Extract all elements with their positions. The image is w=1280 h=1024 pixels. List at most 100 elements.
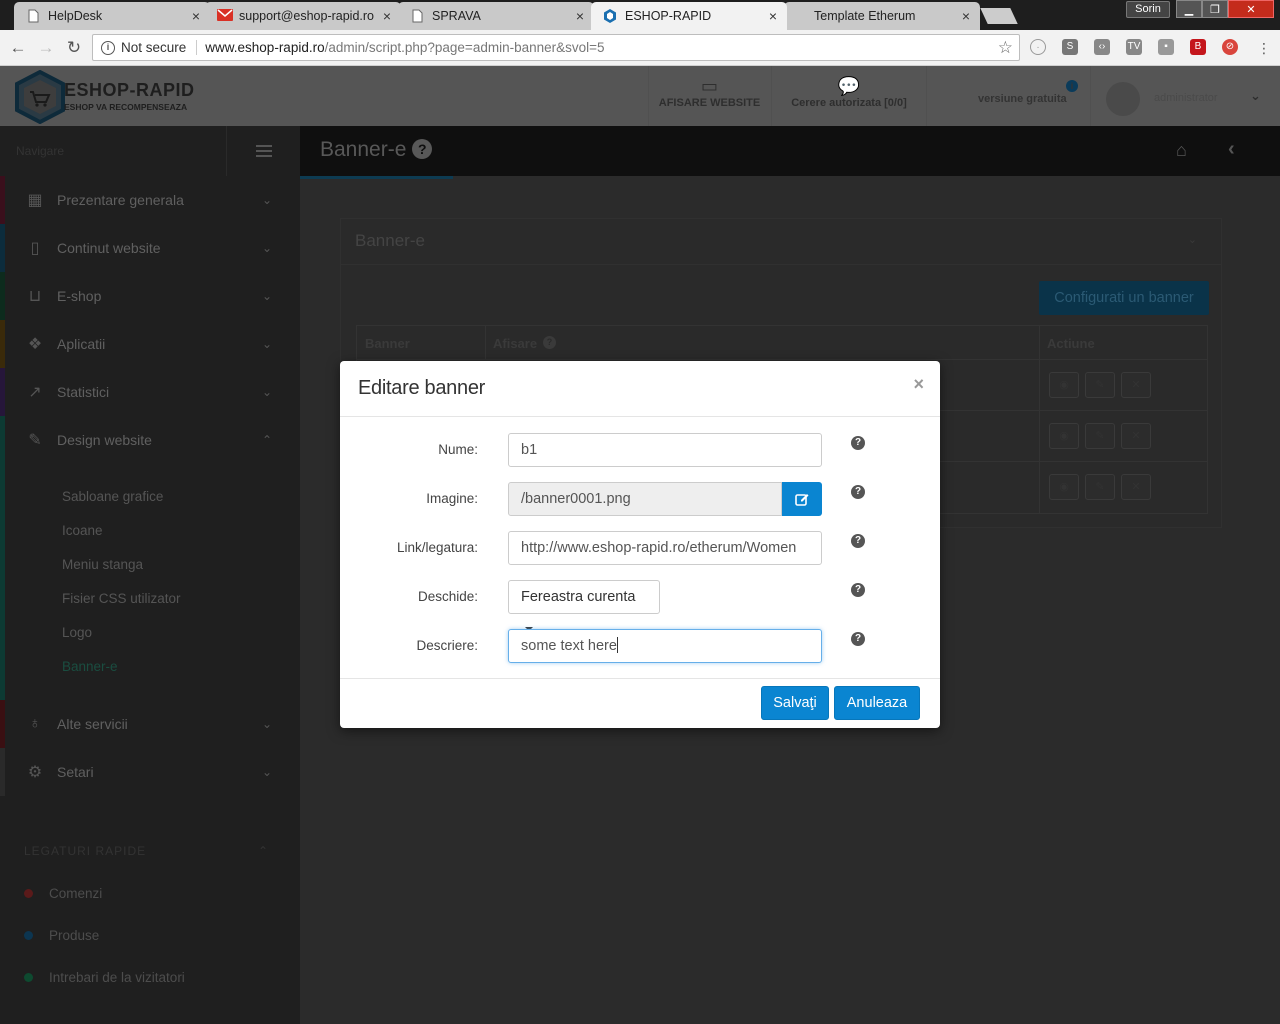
- quick-link-comenzi[interactable]: Comenzi: [0, 872, 300, 914]
- extension-tv-icon[interactable]: TV: [1126, 39, 1142, 55]
- extension-b-icon[interactable]: B: [1190, 39, 1206, 55]
- help-icon[interactable]: ?: [851, 583, 865, 597]
- close-icon[interactable]: ×: [769, 8, 777, 24]
- close-icon[interactable]: ×: [192, 8, 200, 24]
- new-tab-button[interactable]: [980, 8, 1018, 24]
- help-icon[interactable]: ?: [851, 436, 865, 450]
- tab-template-etherum[interactable]: Template Etherum ×: [784, 2, 980, 30]
- submenu-sabloane-grafice[interactable]: Sabloane grafice: [0, 480, 300, 514]
- profile-button[interactable]: Sorin: [1126, 1, 1170, 18]
- info-icon[interactable]: i: [101, 40, 115, 55]
- quick-link-intrebari[interactable]: Intrebari de la vizitatori: [0, 956, 300, 998]
- close-icon[interactable]: ×: [962, 8, 970, 24]
- chevron-down-icon[interactable]: ⌄: [1188, 233, 1197, 246]
- quick-links-title: LEGATURI RAPIDE ⌃: [24, 844, 270, 858]
- submenu-banner-e[interactable]: Banner-e: [0, 650, 300, 684]
- submenu-meniu-stanga[interactable]: Meniu stanga: [0, 548, 300, 582]
- forward-icon[interactable]: →: [36, 38, 56, 58]
- sidebar-item-e-shop[interactable]: ⊔ E-shop ⌄: [0, 272, 300, 320]
- status-dot: [24, 888, 33, 898]
- edit-button[interactable]: ✎: [1085, 372, 1115, 398]
- edit-image-button[interactable]: [782, 482, 822, 516]
- extension-window-icon[interactable]: ▪: [1158, 39, 1174, 55]
- app-logo[interactable]: ESHOP-RAPID ESHOP VA RECOMPENSEAZA: [14, 69, 214, 125]
- submenu-logo[interactable]: Logo: [0, 616, 300, 650]
- sidebar: Navigare ▦ Prezentare generala ⌄ ▯ Conti…: [0, 126, 300, 1024]
- extension-icon[interactable]: ·: [1030, 39, 1046, 55]
- quick-link-produse[interactable]: Produse: [0, 914, 300, 956]
- delete-button[interactable]: ✕: [1121, 372, 1151, 398]
- minimize-icon[interactable]: ▁: [1176, 0, 1202, 18]
- menu-dots-icon[interactable]: ⋮: [1254, 38, 1274, 58]
- chevron-up-icon: ⌃: [261, 433, 272, 447]
- tab-helpdesk[interactable]: HelpDesk ×: [14, 2, 210, 30]
- save-button[interactable]: Salvaţi: [761, 686, 829, 720]
- sidebar-item-prezentare-generala[interactable]: ▦ Prezentare generala ⌄: [0, 176, 300, 224]
- bookmark-star-icon[interactable]: ☆: [998, 38, 1013, 58]
- restore-icon[interactable]: ❐: [1202, 0, 1228, 18]
- view-button[interactable]: ◉: [1049, 372, 1079, 398]
- cancel-button[interactable]: Anuleaza: [834, 686, 920, 720]
- address-bar[interactable]: i Not secure www.eshop-rapid.ro/admin/sc…: [92, 34, 1020, 61]
- delete-button[interactable]: ✕: [1121, 474, 1151, 500]
- submenu-icoane[interactable]: Icoane: [0, 514, 300, 548]
- help-icon[interactable]: ?: [412, 139, 433, 159]
- sidebar-item-statistici[interactable]: ↗ Statistici ⌄: [0, 368, 300, 416]
- edit-button[interactable]: ✎: [1085, 423, 1115, 449]
- help-icon[interactable]: ?: [851, 485, 865, 499]
- chevron-down-icon: ⌄: [261, 765, 272, 779]
- submenu-fisier-css[interactable]: Fisier CSS utilizator: [0, 582, 300, 616]
- tab-sprava[interactable]: SPRAVA ×: [398, 2, 594, 30]
- url-text[interactable]: www.eshop-rapid.ro/admin/script.php?page…: [197, 40, 604, 55]
- sidebar-item-alte-servicii[interactable]: ♁ Alte servicii ⌄: [0, 700, 300, 748]
- view-button[interactable]: ◉: [1049, 423, 1079, 449]
- link-input[interactable]: http://www.eshop-rapid.ro/etherum/Women: [508, 531, 822, 565]
- not-secure-label[interactable]: Not secure: [121, 40, 198, 55]
- tab-support-mail[interactable]: support@eshop-rapid.ro ×: [205, 2, 401, 30]
- chevron-down-icon[interactable]: ⌄: [1250, 88, 1261, 104]
- chevron-left-icon[interactable]: ‹: [1228, 138, 1235, 161]
- avatar[interactable]: [1106, 82, 1140, 116]
- close-icon[interactable]: ×: [576, 8, 584, 24]
- help-icon[interactable]: ?: [851, 632, 865, 646]
- field-row-name: Nume: b1 ?: [340, 433, 940, 467]
- back-icon[interactable]: ←: [8, 38, 28, 58]
- close-icon[interactable]: ×: [383, 8, 391, 24]
- modal-title: Editare banner: [358, 377, 486, 399]
- view-button[interactable]: ◉: [1049, 474, 1079, 500]
- browser-toolbar: ← → ↻ i Not secure www.eshop-rapid.ro/ad…: [0, 30, 1280, 66]
- delete-button[interactable]: ✕: [1121, 423, 1151, 449]
- panel-title: Banner-e ⌄: [341, 219, 1221, 265]
- sidebar-item-aplicatii[interactable]: ❖ Aplicatii ⌄: [0, 320, 300, 368]
- image-input[interactable]: /banner0001.png: [508, 482, 782, 516]
- window-close-icon[interactable]: ✕: [1228, 0, 1274, 18]
- info-icon[interactable]: i: [1066, 80, 1078, 92]
- sidebar-item-setari[interactable]: ⚙ Setari ⌄: [0, 748, 300, 796]
- chevron-down-icon: ⌄: [261, 385, 272, 399]
- help-icon[interactable]: ?: [543, 336, 556, 349]
- modal-close-icon[interactable]: ×: [913, 374, 924, 395]
- chevron-up-icon[interactable]: ⌃: [258, 844, 269, 858]
- hamburger-menu-icon[interactable]: [226, 126, 300, 176]
- sidebar-item-design-website[interactable]: ✎ Design website ⌃: [0, 416, 300, 464]
- description-input[interactable]: some text here: [508, 629, 822, 663]
- name-input[interactable]: b1: [508, 433, 822, 467]
- browser-tab-strip: HelpDesk × support@eshop-rapid.ro × SPRA…: [0, 0, 1280, 30]
- document-icon: [26, 9, 40, 23]
- tab-eshop-rapid[interactable]: ESHOP-RAPID ×: [591, 2, 787, 30]
- open-target-dropdown[interactable]: Fereastra curenta: [508, 580, 660, 632]
- configure-banner-button[interactable]: Configurati un banner: [1039, 281, 1209, 315]
- extension-code-icon[interactable]: ‹›: [1094, 39, 1110, 55]
- reload-icon[interactable]: ↻: [64, 38, 84, 58]
- extension-block-icon[interactable]: ⊘: [1222, 39, 1238, 55]
- nav-afisare-website[interactable]: ▭ AFISARE WEBSITE: [648, 66, 770, 126]
- extension-s-icon[interactable]: S: [1062, 39, 1078, 55]
- home-icon[interactable]: ⌂: [1176, 140, 1187, 161]
- edit-button[interactable]: ✎: [1085, 474, 1115, 500]
- nav-cerere-autorizata[interactable]: 💬 Cerere autorizata [0/0]: [771, 66, 927, 126]
- field-row-image: Imagine: /banner0001.png ?: [340, 482, 940, 516]
- user-name[interactable]: administrator: [1154, 92, 1218, 104]
- help-icon[interactable]: ?: [851, 534, 865, 548]
- sidebar-header: Navigare: [0, 126, 300, 176]
- sidebar-item-continut-website[interactable]: ▯ Continut website ⌄: [0, 224, 300, 272]
